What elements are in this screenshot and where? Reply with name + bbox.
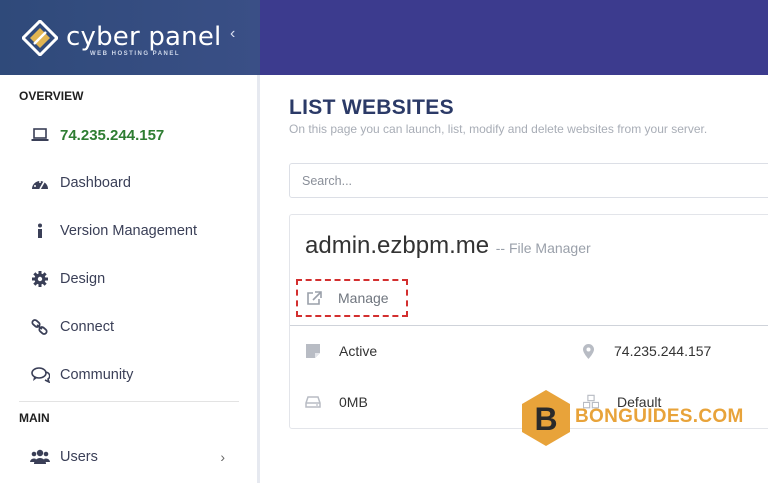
top-bar [260,0,768,75]
sidebar-item-label: Version Management [60,223,198,239]
map-marker-icon [580,343,596,359]
disk-stat: 0MB [305,394,368,410]
sidebar-item-users[interactable]: Users › [0,437,257,477]
sidebar: OVERVIEW 74.235.244.157 Dashboard Versio… [0,75,260,483]
sidebar-item-dashboard[interactable]: Dashboard [0,163,257,203]
sidebar-item-version-management[interactable]: Version Management [0,211,257,251]
hdd-icon [305,396,321,408]
sidebar-item-server-ip[interactable]: 74.235.244.157 [0,115,257,155]
bonguides-watermark: B BONGUIDES.COM [519,388,768,448]
manage-label: Manage [338,290,389,306]
manage-button[interactable]: Manage [296,279,408,317]
watermark-letter: B [534,401,557,437]
status-stat: Active [305,343,377,359]
domain-name: admin.ezbpm.me [305,232,490,259]
link-icon [28,319,52,335]
file-manager-link[interactable]: -- File Manager [496,240,591,256]
dashboard-icon [28,176,52,190]
collapse-sidebar-icon[interactable]: ‹ [230,25,235,43]
ip-value: 74.235.244.157 [614,343,712,359]
chevron-right-icon: › [220,449,225,465]
sidebar-item-label: Connect [60,319,115,335]
ip-stat: 74.235.244.157 [580,343,711,359]
sidebar-item-design[interactable]: Design [0,259,257,299]
brand-header: cyber panel WEB HOSTING PANEL ‹ [0,0,260,75]
card-divider [290,325,768,326]
users-icon [28,449,52,465]
comments-icon [28,367,52,383]
hexagon-logo-icon: B [522,390,570,446]
brand-tagline: WEB HOSTING PANEL [90,51,181,57]
brand-name: cyber panel [66,22,222,52]
section-title-overview: OVERVIEW [19,89,84,103]
laptop-icon [28,128,52,142]
website-domain: admin.ezbpm.me -- File Manager [305,232,591,260]
info-icon [28,223,52,239]
status-value: Active [339,343,378,359]
sidebar-item-label: Dashboard [60,175,131,191]
search-input[interactable] [289,163,768,198]
gear-icon [28,271,52,287]
page-description: On this page you can launch, list, modif… [289,122,708,136]
sidebar-divider [19,401,239,402]
sidebar-item-connect[interactable]: Connect [0,307,257,347]
sidebar-item-label: Users [60,449,98,465]
sidebar-item-community[interactable]: Community [0,355,257,395]
disk-value: 0MB [339,394,368,410]
sidebar-item-label: Design [60,271,106,287]
sidebar-item-label: 74.235.244.157 [60,126,165,144]
cyberpanel-logo-icon [22,20,58,56]
section-title-main: MAIN [19,411,50,425]
watermark-text: BONGUIDES.COM [575,406,744,427]
status-icon [305,344,321,358]
external-link-icon [306,290,322,306]
page-title: LIST WEBSITES [289,96,454,119]
sidebar-item-label: Community [60,367,134,383]
